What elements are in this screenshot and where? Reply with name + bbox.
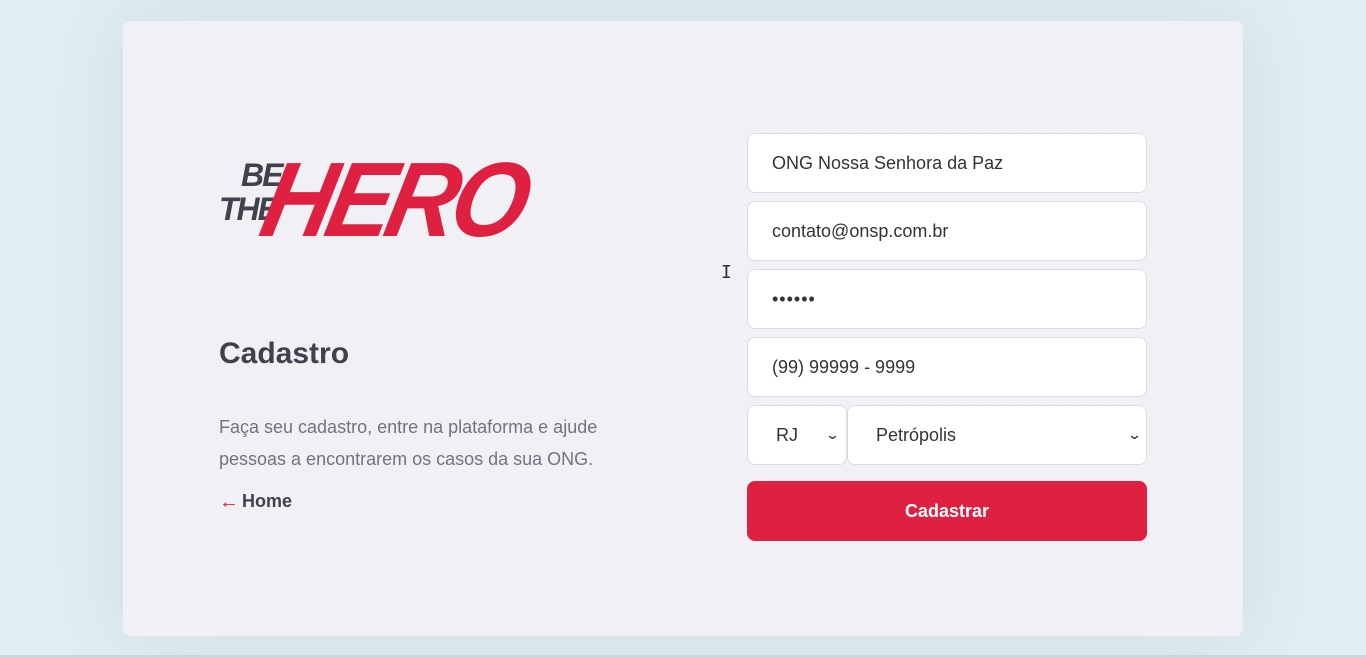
page-title: Cadastro [219, 337, 350, 370]
chevron-down-icon: ⌄ [1126, 427, 1143, 442]
arrow-left-icon: ← [219, 490, 239, 513]
back-home-link[interactable]: ← Home [219, 491, 292, 512]
register-form: RJ ⌄ Petrópolis ⌄ Cadastrar [747, 133, 1147, 541]
city-select[interactable]: Petrópolis ⌄ [847, 405, 1147, 465]
email-input[interactable] [747, 201, 1147, 261]
whatsapp-input[interactable] [747, 337, 1147, 397]
back-link-label: Home [242, 491, 293, 511]
location-row: RJ ⌄ Petrópolis ⌄ [747, 405, 1147, 465]
city-select-value: Petrópolis [876, 424, 957, 445]
uf-select[interactable]: RJ ⌄ [747, 405, 847, 465]
intro-section: BE THE HERO Cadastro Faça seu cadastro, … [219, 140, 639, 512]
password-input[interactable] [747, 269, 1147, 329]
register-card: BE THE HERO Cadastro Faça seu cadastro, … [123, 21, 1243, 636]
page-description: Faça seu cadastro, entre na plataforma e… [219, 417, 598, 469]
uf-select-value: RJ [776, 424, 798, 445]
be-the-hero-logo: BE THE HERO [219, 140, 536, 259]
chevron-down-icon: ⌄ [824, 427, 841, 442]
ong-name-input[interactable] [747, 133, 1147, 193]
register-submit-button[interactable]: Cadastrar [747, 481, 1147, 541]
logo-hero-text: HERO [251, 139, 537, 259]
